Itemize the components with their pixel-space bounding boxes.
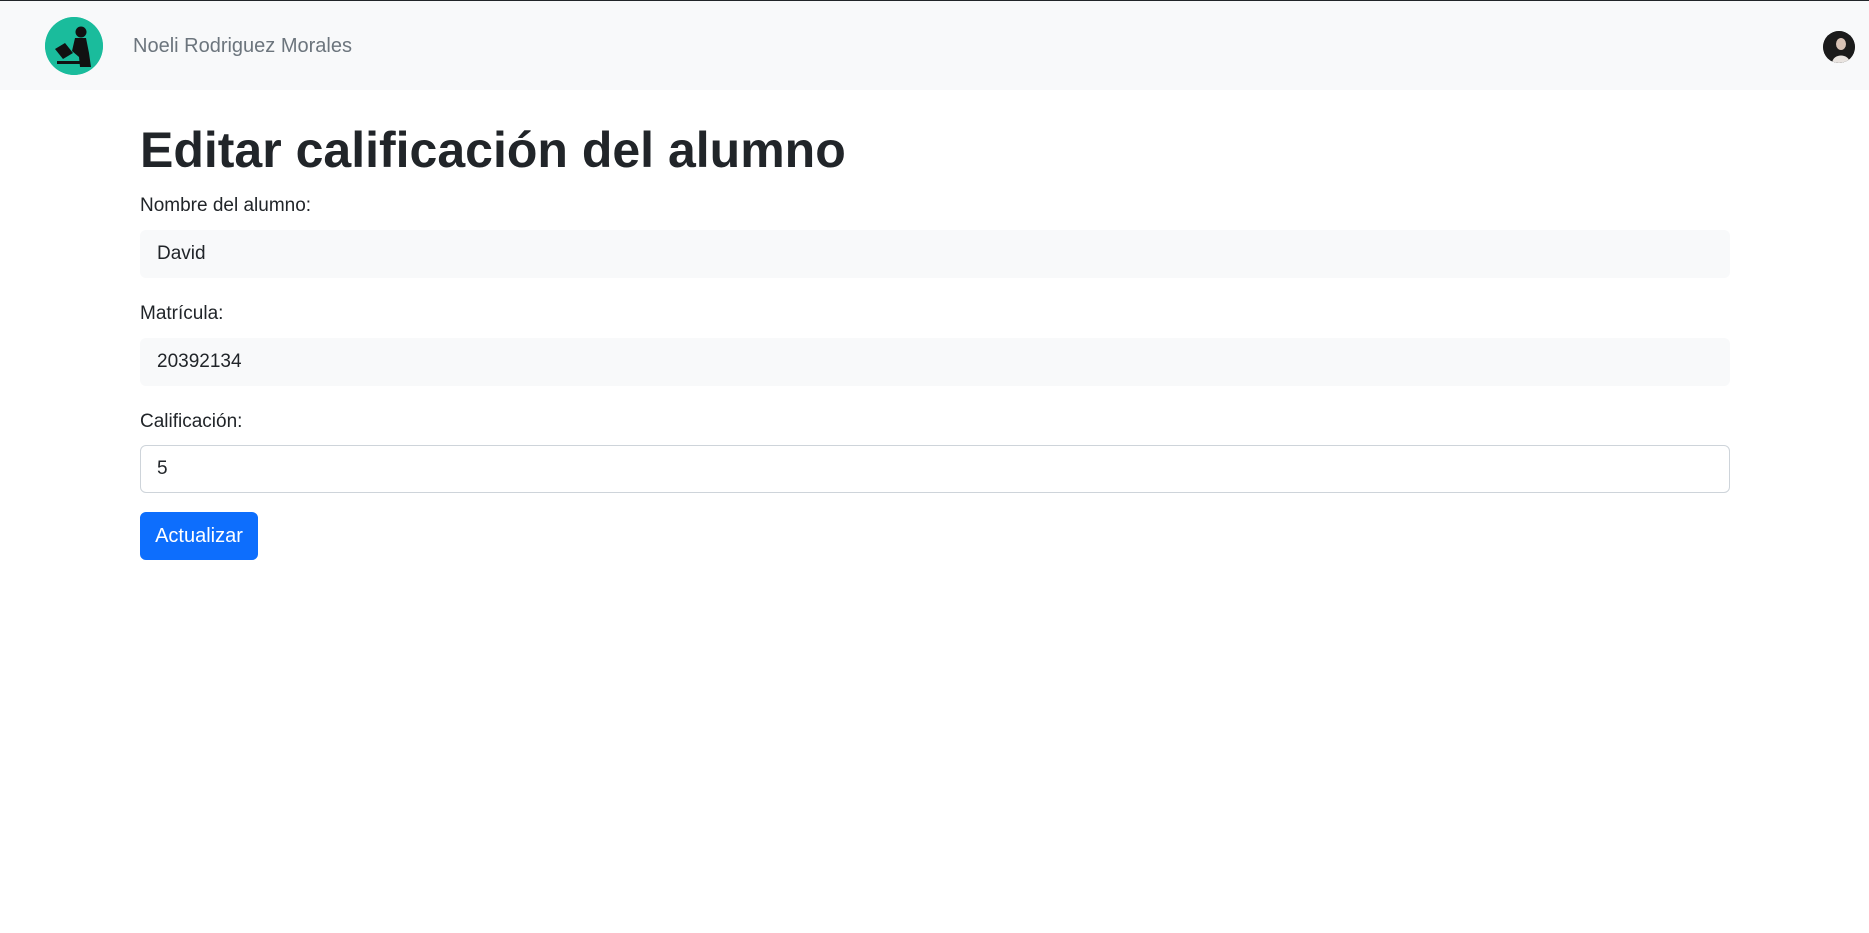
- update-button[interactable]: Actualizar: [140, 512, 258, 560]
- enrollment-label: Matrícula:: [140, 303, 224, 324]
- enrollment-input[interactable]: [140, 338, 1730, 386]
- grade-label: Calificación:: [140, 411, 243, 432]
- brand-name[interactable]: Noeli Rodriguez Morales: [133, 34, 352, 58]
- person-reading-book-icon[interactable]: [45, 17, 103, 75]
- student-name-input[interactable]: [140, 230, 1730, 278]
- grade-input[interactable]: [140, 445, 1730, 493]
- page-title: Editar calificación del alumno: [140, 122, 846, 178]
- navbar: Noeli Rodriguez Morales: [0, 1, 1869, 90]
- student-name-label: Nombre del alumno:: [140, 195, 312, 216]
- user-avatar[interactable]: [1823, 31, 1855, 63]
